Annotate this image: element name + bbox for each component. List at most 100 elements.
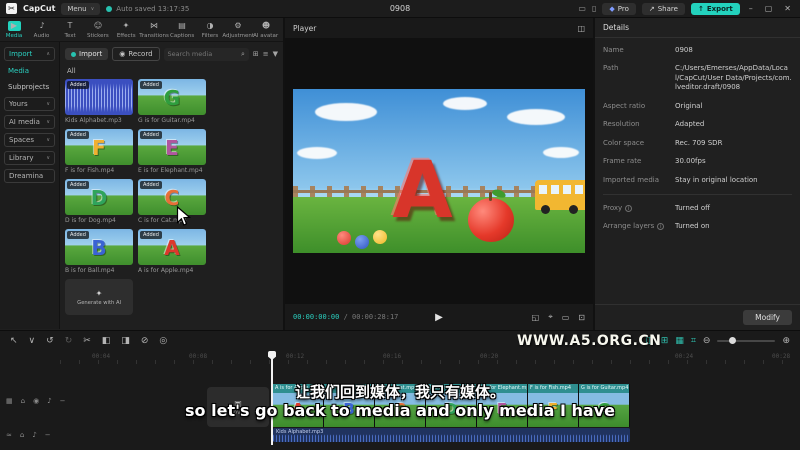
delete-icon[interactable]: ⊘	[141, 336, 149, 346]
minimize-button[interactable]: –	[746, 4, 756, 13]
chevron-down-icon: ∨	[46, 137, 50, 143]
divider	[603, 193, 792, 195]
fullscreen-icon[interactable]: ⊡	[578, 313, 585, 322]
import-dot-icon	[71, 51, 76, 57]
tab-ai-avatar[interactable]: ☻ AI avatar	[252, 21, 280, 39]
hide-track-icon[interactable]: ◉	[33, 397, 39, 405]
media-item[interactable]: Added D D is for Dog.mp4	[65, 179, 133, 224]
play-button[interactable]: ▶	[435, 312, 443, 323]
zoom-in-icon[interactable]: ⊕	[782, 336, 790, 346]
media-section-label[interactable]: All	[67, 67, 278, 75]
media-item[interactable]: Added A A is for Apple.mp4	[138, 229, 206, 274]
media-item[interactable]: Added C C is for Cat.mp4	[138, 179, 206, 224]
menu-button[interactable]: Menu ∨	[61, 2, 101, 15]
pro-button[interactable]: ◆ Pro	[602, 2, 636, 15]
preview-snap-icon[interactable]: ⌖	[548, 312, 553, 322]
delete-right-icon[interactable]: ◨	[121, 336, 130, 346]
ruler-tick: 00:08	[189, 353, 208, 360]
sort-icon[interactable]: ≡	[263, 50, 269, 58]
lock-icon[interactable]: ⌂	[21, 397, 25, 405]
lock-icon[interactable]: ⌂	[20, 431, 24, 439]
search-box[interactable]: ⌕	[163, 47, 249, 61]
search-input[interactable]	[167, 50, 238, 58]
sidebar-item-library[interactable]: Library ∨	[4, 151, 55, 165]
player-panel-icon[interactable]: ◫	[577, 24, 585, 33]
export-button[interactable]: ↑ Export	[690, 2, 740, 15]
info-icon[interactable]: i	[625, 204, 633, 212]
tab-effects[interactable]: ✦ Effects	[112, 21, 140, 39]
info-icon[interactable]: i	[657, 223, 665, 231]
media-item[interactable]: Added B B is for Ball.mp4	[65, 229, 133, 274]
media-item[interactable]: Added F F is for Fish.mp4	[65, 129, 133, 174]
select-tool-icon[interactable]: ↖	[10, 336, 18, 346]
titlebar: ✂ CapCut Menu ∨ Auto saved 13:17:35 0908…	[0, 0, 800, 18]
collapse-track-icon[interactable]: −	[60, 397, 66, 405]
autosave-status: Auto saved 13:17:35	[106, 5, 189, 13]
layout-toggle-icon[interactable]: ▭	[578, 4, 586, 13]
added-badge: Added	[67, 81, 89, 89]
timeline-feature-icon[interactable]: ⌗	[691, 336, 696, 346]
media-item[interactable]: Added E E is for Elephant.mp4	[138, 129, 206, 174]
timeline-feature-icon[interactable]: ▦	[675, 336, 684, 346]
maximize-button[interactable]: ▢	[762, 4, 776, 13]
video-preview[interactable]: A	[285, 38, 593, 304]
tab-media[interactable]: ▶ Media	[0, 20, 28, 39]
close-button[interactable]: ✕	[781, 4, 794, 13]
generate-ai-card[interactable]: ✦ Generate with AI	[65, 279, 133, 315]
blue-ball	[355, 235, 369, 249]
delete-left-icon[interactable]: ◧	[102, 336, 111, 346]
filter-icon[interactable]: ▼	[273, 50, 278, 58]
aspect-ratio-icon[interactable]: ▭	[562, 313, 570, 322]
tab-stickers[interactable]: ☺ Stickers	[84, 21, 112, 39]
media-item-audio[interactable]: Added Kids Alphabet.mp3	[65, 79, 133, 124]
tab-text[interactable]: T Text	[56, 21, 84, 39]
red-ball	[337, 231, 351, 245]
detail-row-name: Name 0908	[603, 46, 693, 54]
tab-audio[interactable]: ♪ Audio	[28, 21, 56, 39]
ruler-tick: 00:28	[772, 353, 791, 360]
mute-track-icon[interactable]: ♪	[32, 431, 36, 439]
split-icon[interactable]: ✂	[83, 336, 91, 346]
record-button[interactable]: ◉ Record	[112, 47, 160, 61]
chevron-down-icon: ∨	[46, 101, 50, 107]
sidebar-item-spaces[interactable]: Spaces ∨	[4, 133, 55, 147]
tab-captions[interactable]: ▤ Captions	[168, 21, 196, 39]
media-item[interactable]: Added G G is for Guitar.mp4	[138, 79, 206, 124]
tab-transitions[interactable]: ⋈ Transitions	[139, 21, 169, 39]
marker-icon[interactable]: ◎	[159, 336, 167, 346]
display-quality-icon[interactable]: ◱	[532, 313, 540, 322]
panel-layout-icon[interactable]: ▯	[592, 4, 596, 13]
tab-filters[interactable]: ◑ Filters	[196, 21, 224, 39]
sidebar-item-ai-media[interactable]: AI media ∨	[4, 115, 55, 129]
sidebar-item-yours[interactable]: Yours ∨	[4, 97, 55, 111]
chevron-up-icon: ∧	[46, 51, 50, 57]
sidebar-item-import[interactable]: Import ∧	[4, 47, 55, 61]
detail-row-color-space: Color space Rec. 709 SDR	[603, 138, 723, 147]
detail-row-proxy: Proxy i Turned off	[603, 203, 710, 212]
ruler-tick: 00:24	[675, 353, 694, 360]
redo-icon[interactable]: ↻	[65, 336, 73, 346]
sparkle-icon: ✦	[95, 288, 103, 298]
chevron-down-icon[interactable]: ∨	[29, 336, 36, 346]
video-track-icon: ▦	[6, 397, 13, 405]
audio-clip[interactable]: Kids Alphabet.mp3	[273, 428, 630, 442]
sidebar-item-dreamina[interactable]: Dreamina	[4, 169, 55, 183]
import-button[interactable]: Import	[65, 48, 109, 60]
playhead[interactable]	[268, 351, 276, 445]
modify-button[interactable]: Modify	[743, 310, 792, 325]
audio-waveform-thumbnail: Added	[65, 79, 133, 115]
share-button[interactable]: ↗ Share	[641, 2, 685, 15]
zoom-out-icon[interactable]: ⊖	[703, 336, 711, 346]
sidebar-item-media[interactable]: Media	[4, 65, 55, 77]
watermark: WWW.A5.ORG.CN	[517, 333, 662, 349]
capcut-app: { "titlebar": { "app": "CapCut", "menu":…	[0, 0, 800, 450]
mute-track-icon[interactable]: ♪	[47, 397, 51, 405]
grid-view-icon[interactable]: ⊞	[253, 50, 259, 58]
tab-adjustment[interactable]: ⚙ Adjustment	[222, 21, 254, 39]
sidebar-item-subprojects[interactable]: Subprojects	[4, 81, 55, 93]
zoom-slider-knob[interactable]	[729, 337, 737, 344]
timeline-feature-icon[interactable]: ⊞	[661, 336, 669, 346]
timeline-zoom-slider[interactable]	[717, 337, 776, 344]
collapse-track-icon[interactable]: −	[45, 431, 51, 439]
undo-icon[interactable]: ↺	[46, 336, 54, 346]
